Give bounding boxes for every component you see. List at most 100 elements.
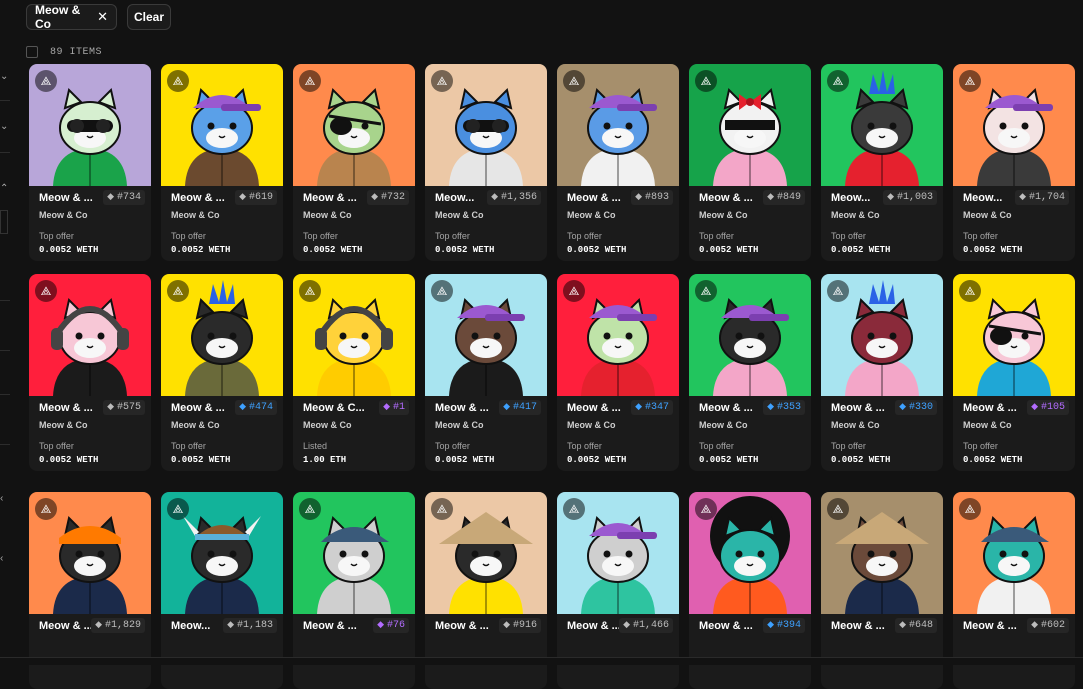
nft-card[interactable]: ⟁ Meow & C... ◆ #1 Meow & Co Listed 1.00 ETH [293,274,415,471]
nft-card[interactable]: ⟁ Meow & ... ◆ #330 Meow & Co Top offer 0.0052… [821,274,943,471]
rarity-rank-badge: ◆ #394 [763,618,805,633]
nft-card[interactable]: ⟁ Meow & ... ◆ #732 Meow & Co Top offer 0.0052… [293,64,415,261]
divider [0,444,10,445]
diamond-icon: ◆ [767,192,774,202]
chevron-down-icon[interactable]: ⌄ [0,122,8,132]
rarity-rank: #394 [776,620,801,631]
collection-filter-chip[interactable]: Meow & Co ✕ [26,3,117,31]
collection-name[interactable]: Meow & Co [171,210,220,220]
chevron-left-icon[interactable]: ‹ [0,554,3,564]
nft-card[interactable]: ⟁ Meow & ... ◆ #849 Meow & Co Top offer 0.0052… [689,64,811,261]
diamond-icon: ◆ [377,620,384,630]
sparkle-badge-icon: ⟁ [35,498,57,520]
collection-name[interactable]: Meow & Co [171,420,220,430]
diamond-icon: ◆ [239,192,246,202]
sparkle-badge-icon: ⟁ [167,498,189,520]
price-value: 0.0052 WETH [39,455,99,465]
nft-card[interactable]: ⟁ Meow & ... ◆ #417 Meow & Co Top offer 0.0052… [425,274,547,471]
rarity-rank: #648 [908,620,933,631]
rarity-rank-badge: ◆ #417 [499,400,541,415]
rarity-rank-badge: ◆ #734 [103,190,145,205]
sparkle-badge-icon: ⟁ [959,280,981,302]
price-label: Top offer [303,231,338,241]
nft-card[interactable]: ⟁ Meow & ... ◆ #105 Meow & Co Top offer 0.0052… [953,274,1075,471]
diamond-icon: ◆ [239,402,246,412]
rarity-rank-badge: ◆ #1,003 [883,190,937,205]
diamond-icon: ◆ [635,192,642,202]
nft-name: Meow & ... [567,192,621,204]
rarity-rank-badge: ◆ #474 [235,400,277,415]
rarity-rank-badge: ◆ #1,466 [619,618,673,633]
diamond-icon: ◆ [371,192,378,202]
rarity-rank-badge: ◆ #602 [1027,618,1069,633]
nft-card[interactable]: ⟁ Meow & ... ◆ #347 Meow & Co Top offer 0.0052… [557,274,679,471]
diamond-icon: ◆ [887,192,894,202]
nft-card[interactable]: ⟁ Meow & ... ◆ #619 Meow & Co Top offer 0.0052… [161,64,283,261]
rarity-rank: #1,829 [104,620,141,631]
select-all-checkbox[interactable] [26,46,38,58]
sparkle-badge-icon: ⟁ [299,498,321,520]
nft-card[interactable]: ⟁ Meow & ... ◆ #353 Meow & Co Top offer 0.0052… [689,274,811,471]
rarity-rank: #353 [776,402,801,413]
price-value: 0.0052 WETH [831,455,891,465]
price-label: Top offer [567,231,602,241]
rarity-rank: #732 [380,192,405,203]
chevron-left-icon[interactable]: ‹ [0,494,3,504]
sparkle-badge-icon: ⟁ [299,280,321,302]
collection-name[interactable]: Meow & Co [831,210,880,220]
rarity-rank: #1,003 [896,192,933,203]
price-label: Top offer [39,441,74,451]
collection-name[interactable]: Meow & Co [567,210,616,220]
nft-name: Meow & ... [435,402,489,414]
nft-card[interactable]: ⟁ Meow & ... ◆ #734 Meow & Co Top offer 0.0052… [29,64,151,261]
sparkle-badge-icon: ⟁ [563,280,585,302]
collection-name[interactable]: Meow & Co [567,420,616,430]
rarity-rank-badge: ◆ #347 [631,400,673,415]
chevron-up-icon[interactable]: ⌃ [0,184,8,194]
divider [0,350,10,351]
collection-name[interactable]: Meow & Co [435,210,484,220]
price-label: Top offer [567,441,602,451]
rarity-rank: #105 [1040,402,1065,413]
nft-name: Meow & ... [963,402,1017,414]
diamond-icon: ◆ [107,192,114,202]
nft-card[interactable]: ⟁ Meow & ... ◆ #474 Meow & Co Top offer 0.0052… [161,274,283,471]
rarity-rank: #849 [776,192,801,203]
sparkle-badge-icon: ⟁ [167,70,189,92]
price-label: Listed [303,441,328,451]
collection-name[interactable]: Meow & Co [39,420,88,430]
nft-card[interactable]: ⟁ Meow & ... ◆ #893 Meow & Co Top offer 0.0052… [557,64,679,261]
rarity-rank-badge: ◆ #575 [103,400,145,415]
input-edge[interactable] [0,210,8,234]
close-icon[interactable]: ✕ [97,9,108,25]
divider [0,152,10,153]
chevron-down-icon[interactable]: ⌄ [0,72,8,82]
collection-name[interactable]: Meow & Co [963,210,1012,220]
price-label: Top offer [699,231,734,241]
rarity-rank-badge: ◆ #1 [379,400,409,415]
clear-filters-button[interactable]: Clear [127,4,171,30]
collection-name[interactable]: Meow & Co [303,210,352,220]
collection-name[interactable]: Meow & Co [303,420,352,430]
rarity-rank-badge: ◆ #1,183 [223,618,277,633]
collection-name[interactable]: Meow & Co [699,210,748,220]
rarity-rank: #330 [908,402,933,413]
nft-name: Meow & ... [699,620,753,632]
sparkle-badge-icon: ⟁ [431,280,453,302]
rarity-rank-badge: ◆ #1,829 [91,618,145,633]
nft-name: Meow & ... [39,402,93,414]
collection-name[interactable]: Meow & Co [831,420,880,430]
collection-name[interactable]: Meow & Co [963,420,1012,430]
diamond-icon: ◆ [1031,402,1038,412]
collection-name[interactable]: Meow & Co [699,420,748,430]
nft-card[interactable]: ⟁ Meow... ◆ #1,356 Meow & Co Top offer 0.0052 … [425,64,547,261]
nft-card[interactable]: ⟁ Meow & ... ◆ #575 Meow & Co Top offer 0.0052… [29,274,151,471]
price-label: Top offer [171,231,206,241]
nft-card[interactable]: ⟁ Meow... ◆ #1,704 Meow & Co Top offer 0.0052 … [953,64,1075,261]
collection-name[interactable]: Meow & Co [39,210,88,220]
rarity-rank: #893 [644,192,669,203]
sparkle-badge-icon: ⟁ [431,498,453,520]
collection-name[interactable]: Meow & Co [435,420,484,430]
nft-card[interactable]: ⟁ Meow... ◆ #1,003 Meow & Co Top offer 0.0052 … [821,64,943,261]
price-value: 0.0052 WETH [39,245,99,255]
